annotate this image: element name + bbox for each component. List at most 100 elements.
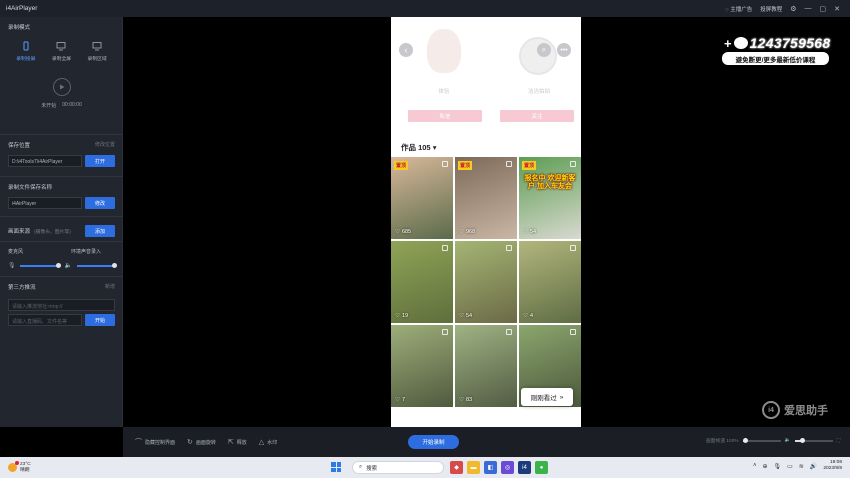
wifi-icon[interactable]: ≋ [799, 463, 804, 470]
chevron-up-icon[interactable]: ˄ [753, 463, 757, 469]
video-tile[interactable]: ♡ 54 [455, 241, 517, 323]
mode-record-mirror[interactable]: 录制投屏 [16, 41, 35, 62]
app-icon[interactable]: ◧ [484, 461, 497, 474]
heart-icon: ♡ [459, 229, 464, 235]
phone-screen[interactable]: ‹ ⌕ ••• 体验 洁洁拍拍 私信 关注 作品 105 ▾ 置顶 ♡ 685 置顶 ♡… [391, 17, 581, 427]
maximize-icon[interactable]: ▢ [820, 5, 827, 13]
release-icon: ⇱ [227, 439, 234, 446]
slider-knob[interactable] [112, 263, 117, 268]
weather-widget[interactable]: 23°C 晴朗 [0, 461, 31, 473]
works-count[interactable]: 作品 105 ▾ [401, 142, 436, 153]
message-button[interactable]: 私信 [408, 110, 482, 122]
search-icon[interactable]: ⌕ [537, 43, 551, 57]
add-stream-link[interactable]: 新增 [105, 283, 115, 290]
app-icon[interactable]: ◎ [501, 461, 514, 474]
avatar[interactable] [519, 37, 557, 75]
mode-label: 录制投屏 [16, 57, 36, 62]
volume-icon[interactable]: 🔈 [785, 438, 791, 443]
wechat-contact: + 1243759568 [724, 35, 830, 51]
clock[interactable]: 19:08 2023/9/8 [823, 460, 842, 472]
change-location-link[interactable]: 修改位置 [95, 141, 115, 148]
close-icon[interactable]: ✕ [834, 5, 840, 13]
mode-label: 录制区域 [87, 57, 107, 62]
mode-record-fullscreen[interactable]: 录制全屏 [52, 41, 71, 62]
video-tile[interactable]: ♡ 83 [455, 325, 517, 407]
multi-image-icon [570, 161, 576, 167]
recently-viewed-button[interactable]: 刚刚看过 » [521, 388, 573, 406]
pinned-badge: 置顶 [522, 161, 537, 170]
recent-label: 刚刚看过 [530, 395, 557, 402]
multi-image-icon [506, 245, 512, 251]
display-icon[interactable]: ▭ [787, 463, 793, 470]
app-title: i4AirPlayer [6, 5, 38, 12]
more-icon[interactable]: ••• [557, 43, 571, 57]
network-icon[interactable]: ⊕ [762, 463, 767, 470]
folder-icon[interactable]: ▬ [467, 461, 480, 474]
start-record-button[interactable]: 开始录制 [408, 435, 459, 449]
env-volume-slider[interactable] [76, 263, 117, 268]
minimize-icon[interactable]: — [805, 5, 812, 12]
slider-knob[interactable] [55, 263, 61, 268]
taskbar-apps: ◆ ▬ ◧ ◎ i4 ● [450, 461, 548, 474]
volume-slider[interactable] [794, 437, 833, 443]
i4-app-icon[interactable]: i4 [518, 461, 531, 474]
app-icon[interactable]: ◆ [450, 461, 463, 474]
monitor-icon [57, 42, 66, 51]
video-tile[interactable]: 置顶 报名中 欢迎新客户 加入车友会 ♡ 54 [519, 157, 581, 239]
windows-start-icon[interactable] [331, 462, 341, 472]
record-toggle-button[interactable] [52, 78, 71, 96]
release-button[interactable]: ⇱ 释放 [228, 438, 247, 446]
multi-image-icon [442, 161, 448, 167]
video-tile[interactable]: ♡ 7 [391, 325, 453, 407]
third-party-section: 第三方推流 新增 请输入推流地址:rtmp:// 请输入直播码、文件名等 开始 [0, 277, 123, 332]
like-count: 685 [401, 229, 412, 235]
file-name-field[interactable]: i4AirPlayer [8, 197, 82, 209]
record-info: 未开始 00:00:00 [8, 102, 115, 109]
video-tile[interactable]: ♡ 19 [391, 241, 453, 323]
stream-url-input[interactable]: 请输入推流地址:rtmp:// [8, 299, 115, 311]
mic-icon[interactable]: 🎙 [774, 463, 782, 470]
title-bar: i4AirPlayer ◌ 主播广告 投屏教程 ⚙ — ▢ ✕ [0, 0, 850, 17]
video-tile[interactable]: 置顶 ♡ 685 [391, 157, 453, 239]
video-tile[interactable]: 置顶 ♡ 968 [455, 157, 517, 239]
env-sound-label: 环境声音录入 [70, 249, 101, 255]
chrome-icon[interactable]: ● [535, 461, 548, 474]
back-icon[interactable]: ‹ [399, 43, 413, 57]
speed-slider[interactable] [742, 437, 781, 443]
volume-icon[interactable]: 🔊 [810, 463, 817, 470]
mic-icon: 🎙 [8, 263, 16, 269]
profile-header: ‹ ⌕ ••• 体验 洁洁拍拍 私信 关注 [391, 17, 581, 122]
mic-volume-slider[interactable] [20, 263, 61, 268]
rotate-button[interactable]: ↻ 画面旋转 [187, 438, 216, 446]
tutorial-link[interactable]: 投屏教程 [760, 5, 782, 13]
record-mode-section: 录制模式 录制投屏 录制全屏 录制区域 未开始 00:00:00 [0, 17, 123, 135]
slider-knob[interactable] [742, 437, 748, 443]
watermark-button[interactable]: △ 水印 [259, 438, 277, 446]
heart-icon: ♡ [459, 397, 464, 403]
ad-link[interactable]: ◌ 主播广告 [725, 5, 752, 13]
mic-label: 麦克风 [8, 249, 24, 255]
add-source-button[interactable]: 添加 [85, 225, 115, 237]
heart-icon: ♡ [523, 313, 528, 319]
picture-source-section: 画面来源 (摄像头、图片等) 添加 [0, 217, 123, 242]
taskbar-search[interactable]: ⌕ 搜索 [352, 461, 444, 474]
avatar[interactable] [427, 29, 461, 73]
mode-list: 录制投屏 录制全屏 录制区域 [8, 41, 115, 62]
open-folder-button[interactable]: 打开 [85, 155, 115, 167]
hide-controls-button[interactable]: ⌒ 隐藏控制界面 [135, 437, 175, 447]
rename-button[interactable]: 修改 [85, 197, 115, 209]
save-path-field[interactable]: D:\i4Tools7\i4AirPlayer [8, 155, 82, 167]
fullscreen-icon[interactable]: ⛶ [837, 438, 840, 444]
start-stream-button[interactable]: 开始 [85, 314, 115, 326]
slider-knob[interactable] [800, 437, 806, 443]
stream-key-input[interactable]: 请输入直播码、文件名等 [8, 314, 82, 326]
like-count: 968 [465, 229, 476, 235]
multi-image-icon [570, 245, 576, 251]
follow-button[interactable]: 关注 [500, 110, 574, 122]
settings-icon[interactable]: ⚙ [790, 5, 796, 13]
profile-name-right: 洁洁拍拍 [527, 89, 550, 95]
video-tile[interactable]: ♡ 4 [519, 241, 581, 323]
bb-label: 释放 [236, 439, 247, 446]
save-location-section: 保存位置 修改位置 D:\i4Tools7\i4AirPlayer 打开 [0, 135, 123, 177]
mode-record-region[interactable]: 录制区域 [88, 41, 107, 62]
